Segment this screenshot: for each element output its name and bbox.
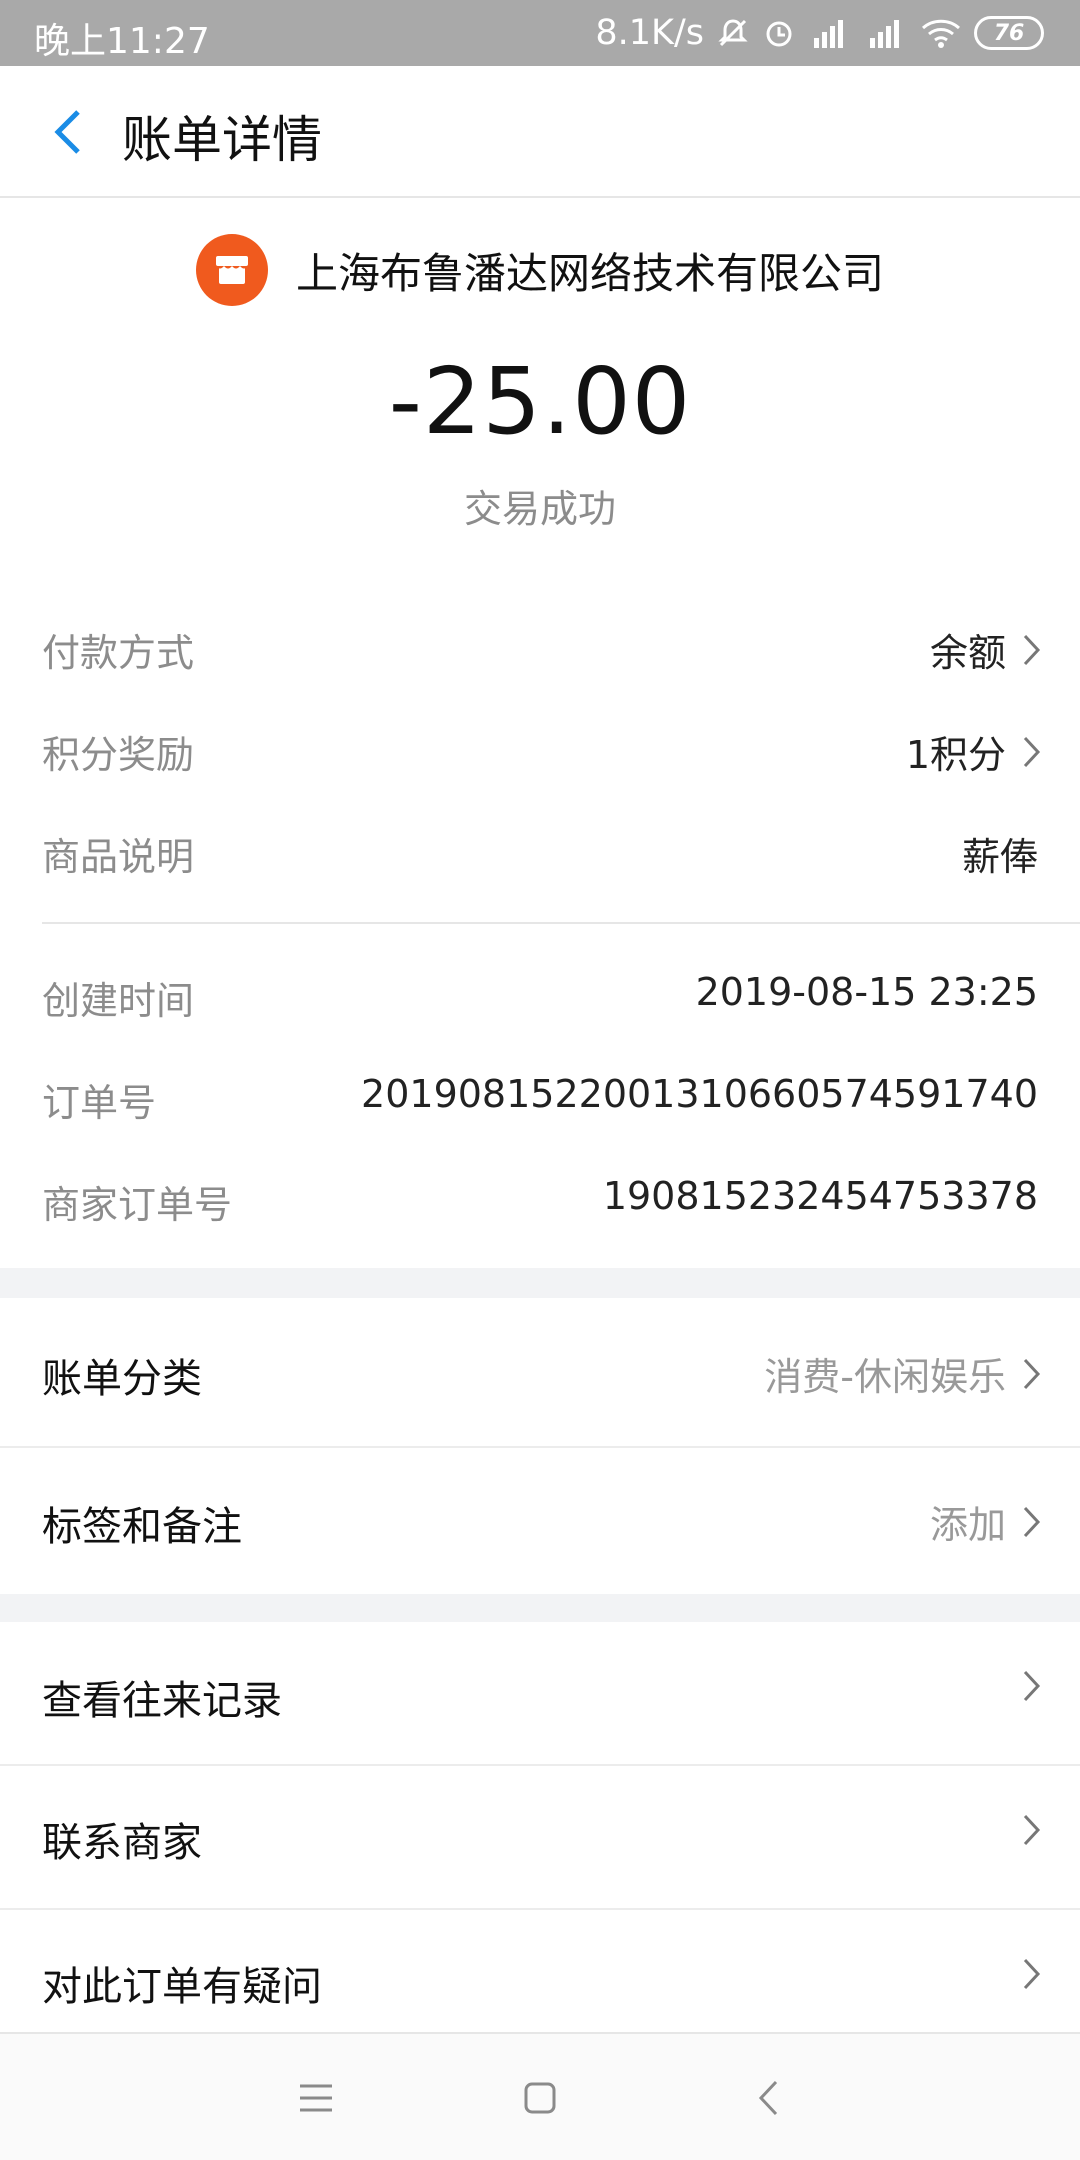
back-button[interactable] [30, 94, 106, 170]
chevron-right-icon [1023, 1958, 1041, 1990]
home-square-icon [524, 2082, 556, 2114]
tags-notes-value: 添加 [930, 1494, 1042, 1549]
order-number-label: 订单号 [42, 1081, 157, 1125]
contact-merchant-label: 联系商家 [42, 1820, 202, 1866]
created-time-value: 2019-08-15 23:25 [695, 970, 1038, 1014]
status-bar: 晚上11:27 8.1K/s 76 [0, 0, 1080, 66]
back-arrow-icon [54, 110, 80, 154]
mute-bell-icon [716, 10, 750, 56]
section-gap [0, 1594, 1080, 1622]
chevron-right-icon [1023, 634, 1041, 665]
bill-category-value: 消费-休闲娱乐 [764, 1346, 1042, 1401]
product-value: 薪俸 [961, 835, 1038, 879]
tags-notes-row[interactable]: 标签和备注 添加 [0, 1448, 1080, 1594]
status-icons: 8.1K/s 76 [595, 10, 1044, 56]
points-row[interactable]: 积分奖励 1积分 [0, 698, 1080, 800]
section-gap [0, 1268, 1080, 1298]
net-speed: 8.1K/s [595, 13, 704, 53]
shop-icon [215, 256, 248, 284]
created-time-label: 创建时间 [42, 979, 195, 1023]
points-label: 积分奖励 [42, 733, 195, 777]
transaction-status: 交易成功 [463, 487, 616, 531]
contact-merchant-chevron [1022, 1812, 1042, 1848]
contact-merchant-row[interactable]: 联系商家 [0, 1766, 1080, 1908]
merchant-order-value: 190815232454753378 [602, 1174, 1038, 1218]
signal-hd-icon-2 [864, 10, 908, 56]
wifi-icon [920, 10, 962, 56]
product-label: 商品说明 [42, 835, 195, 879]
divider [42, 922, 1080, 924]
alarm-icon [762, 10, 796, 56]
product-row: 商品说明 薪俸 [0, 800, 1080, 902]
menu-icon [300, 2084, 332, 2112]
merchant-name: 上海布鲁潘达网络技术有限公司 [295, 248, 884, 298]
payment-method-value: 余额 [930, 622, 1042, 677]
history-chevron [1022, 1668, 1042, 1704]
tags-notes-label: 标签和备注 [42, 1504, 242, 1550]
signal-hd-icon [808, 10, 852, 56]
order-question-chevron [1022, 1956, 1042, 1992]
points-value: 1积分 [906, 724, 1042, 779]
menu-button[interactable] [286, 2068, 346, 2128]
page-title: 账单详情 [122, 111, 322, 169]
merchant-order-label: 商家订单号 [42, 1183, 233, 1227]
chevron-right-icon [1023, 736, 1041, 767]
history-row[interactable]: 查看往来记录 [0, 1622, 1080, 1764]
chevron-right-icon [1023, 1358, 1041, 1389]
system-back-button[interactable] [738, 2068, 798, 2128]
order-number-row: 订单号 2019081522001310660574591740 [0, 1046, 1080, 1148]
bill-category-row[interactable]: 账单分类 消费-休闲娱乐 [0, 1298, 1080, 1446]
chevron-right-icon [1023, 1506, 1041, 1537]
back-chevron-icon [758, 2080, 778, 2116]
app-header: 账单详情 [0, 66, 1080, 198]
system-navigation-bar [0, 2032, 1080, 2160]
chevron-right-icon [1023, 1814, 1041, 1846]
order-question-label: 对此订单有疑问 [42, 1964, 322, 2010]
order-number-value: 2019081522001310660574591740 [361, 1072, 1038, 1116]
payment-method-label: 付款方式 [42, 631, 195, 675]
created-time-row: 创建时间 2019-08-15 23:25 [0, 944, 1080, 1046]
transaction-amount: -25.00 [388, 348, 692, 455]
home-button[interactable] [510, 2068, 570, 2128]
merchant-order-row: 商家订单号 190815232454753378 [0, 1148, 1080, 1250]
merchant-header: 上海布鲁潘达网络技术有限公司 [0, 234, 1080, 306]
merchant-logo [195, 234, 268, 306]
payment-method-row[interactable]: 付款方式 余额 [0, 596, 1080, 698]
battery-icon: 76 [974, 16, 1044, 50]
order-question-row[interactable]: 对此订单有疑问 [0, 1910, 1080, 2032]
chevron-right-icon [1023, 1670, 1041, 1702]
status-time: 晚上11:27 [34, 21, 210, 62]
history-label: 查看往来记录 [42, 1678, 282, 1724]
bill-category-label: 账单分类 [42, 1356, 202, 1402]
